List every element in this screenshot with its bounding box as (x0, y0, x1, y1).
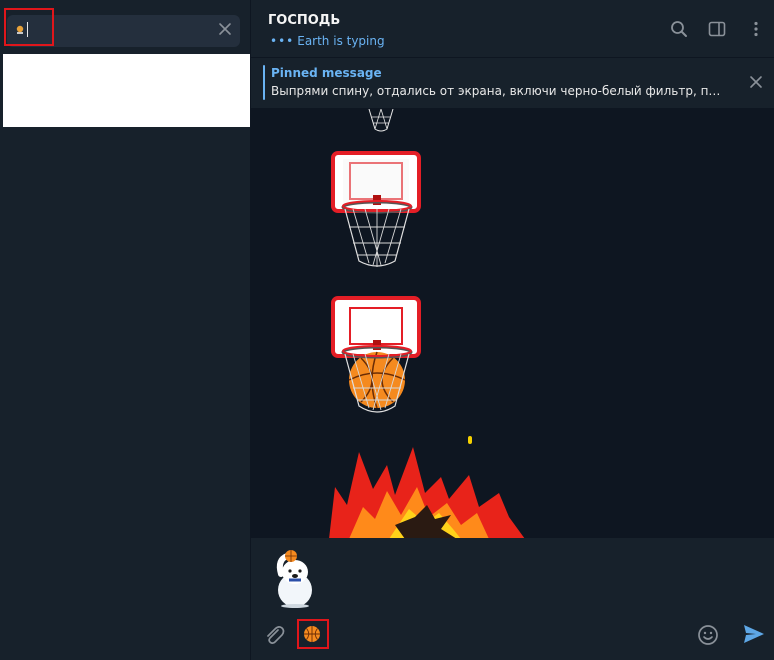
basketball-hoop-sticker[interactable] (331, 151, 423, 279)
close-icon[interactable] (748, 74, 764, 90)
basketball-hoop-sticker[interactable] (361, 109, 401, 134)
sidebar-toggle-icon[interactable] (708, 20, 726, 38)
basketball-hoop-sticker[interactable] (331, 296, 423, 424)
typing-status-text: Earth is typing (297, 34, 385, 48)
polar-bear-basketball-sticker[interactable] (273, 550, 319, 608)
basketball-hoop-emoji-icon (16, 25, 24, 34)
search-result-preview[interactable] (3, 54, 250, 127)
smiley-icon[interactable] (697, 624, 719, 646)
paperclip-icon[interactable] (263, 624, 285, 646)
close-icon[interactable] (216, 20, 234, 38)
chat-title[interactable]: ГОСПОДЬ (268, 13, 340, 28)
sparkle-particle (468, 436, 472, 444)
typing-dots: ••• (270, 34, 295, 48)
pinned-message-bar[interactable]: Pinned message Выпрями спину, отдались о… (251, 58, 774, 109)
chat-header: ГОСПОДЬ ••• Earth is typing (251, 0, 774, 58)
fire-burst-sticker[interactable] (329, 447, 529, 538)
more-vertical-icon[interactable] (747, 20, 765, 38)
search-icon[interactable] (670, 20, 688, 38)
text-caret (27, 22, 28, 37)
search-query-highlight (4, 8, 54, 46)
pinned-label: Pinned message (271, 66, 382, 80)
basketball-emoji[interactable] (303, 625, 321, 643)
composer-area (251, 538, 774, 660)
chat-list-panel (0, 0, 251, 660)
send-icon[interactable] (742, 623, 766, 645)
message-area (251, 109, 774, 538)
typing-status: ••• Earth is typing (270, 34, 385, 48)
pinned-accent-bar (263, 65, 265, 100)
pinned-text: Выпрями спину, отдались от экрана, включ… (271, 84, 721, 98)
